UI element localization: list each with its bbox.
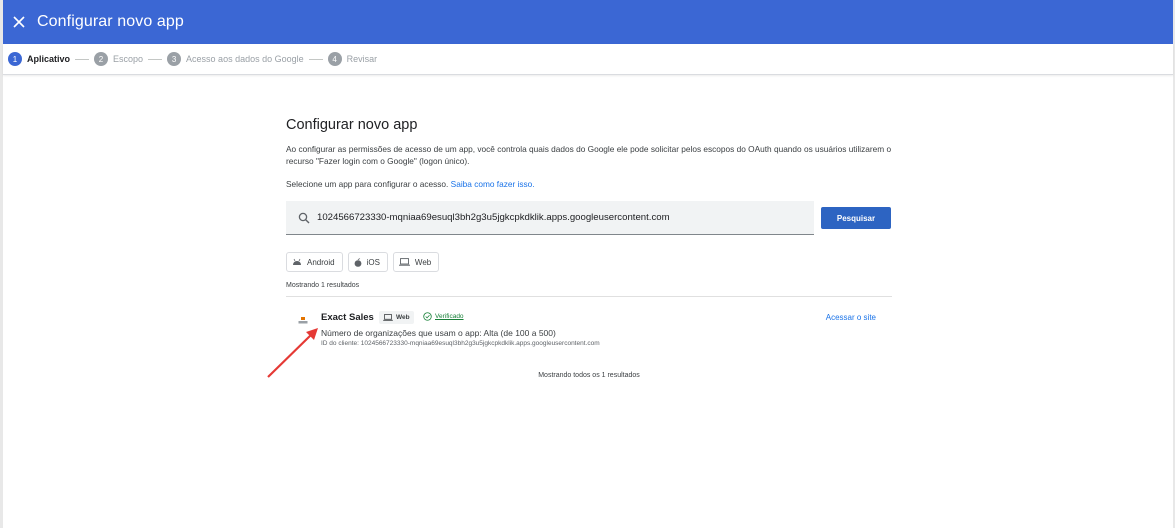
filter-android[interactable]: Android bbox=[286, 252, 343, 272]
divider bbox=[286, 296, 892, 297]
page-description: Ao configurar as permissões de acesso de… bbox=[286, 144, 892, 166]
stepper: 1 Aplicativo 2 Escopo 3 Acesso aos dados… bbox=[3, 44, 1173, 75]
step-number: 4 bbox=[327, 52, 342, 66]
select-prompt: Selecione um app para configurar o acess… bbox=[286, 179, 892, 189]
learn-more-link[interactable]: Saiba como fazer isso. bbox=[451, 179, 535, 189]
step-divider bbox=[75, 58, 90, 60]
results-count: Mostrando 1 resultados bbox=[286, 282, 360, 289]
page-title: Configurar novo app bbox=[286, 117, 418, 133]
verified-badge: Verificado bbox=[423, 312, 464, 321]
close-icon bbox=[13, 16, 25, 28]
apple-icon bbox=[354, 257, 362, 267]
search-row: Pesquisar bbox=[286, 201, 892, 236]
platform-filters: Android iOS Web bbox=[286, 252, 444, 272]
search-box[interactable] bbox=[286, 201, 814, 235]
app-type-badge: Web bbox=[379, 311, 414, 324]
step-label: Escopo bbox=[113, 54, 144, 64]
select-prompt-text: Selecione um app para configurar o acess… bbox=[286, 179, 449, 189]
app-window: Configurar novo app 1 Aplicativo 2 Escop… bbox=[0, 0, 1175, 528]
filter-label: iOS bbox=[366, 257, 380, 267]
step-number: 1 bbox=[8, 52, 22, 66]
visit-site-link[interactable]: Acessar o site bbox=[826, 313, 876, 322]
step-acesso-dados[interactable]: 3 Acesso aos dados do Google bbox=[167, 52, 304, 66]
step-label: Revisar bbox=[346, 54, 378, 64]
app-name: Exact Sales bbox=[321, 312, 374, 323]
header-title: Configurar novo app bbox=[37, 13, 184, 30]
step-number: 2 bbox=[94, 52, 109, 66]
filter-label: Web bbox=[414, 257, 432, 267]
laptop-icon bbox=[398, 258, 410, 266]
search-icon bbox=[298, 212, 310, 223]
laptop-icon bbox=[383, 314, 393, 321]
main-content: Configurar novo app Ao configurar as per… bbox=[286, 117, 892, 189]
org-count: Número de organizações que usam o app: A… bbox=[321, 328, 556, 338]
step-label: Acesso aos dados do Google bbox=[186, 54, 304, 64]
step-revisar[interactable]: 4 Revisar bbox=[327, 52, 378, 66]
check-circle-icon bbox=[423, 312, 432, 321]
client-id: ID do cliente: 1024566723330-mqniaa69esu… bbox=[321, 340, 600, 347]
close-button[interactable] bbox=[9, 12, 29, 32]
filter-web[interactable]: Web bbox=[392, 252, 440, 272]
app-type-label: Web bbox=[396, 314, 410, 321]
step-divider bbox=[148, 58, 163, 60]
search-button[interactable]: Pesquisar bbox=[821, 207, 891, 229]
step-divider bbox=[308, 58, 323, 60]
verified-label: Verificado bbox=[435, 313, 464, 320]
step-label: Aplicativo bbox=[27, 54, 71, 64]
results-footer: Mostrando todos os 1 resultados bbox=[538, 372, 640, 379]
filter-ios[interactable]: iOS bbox=[347, 252, 388, 272]
header-bar: Configurar novo app bbox=[3, 0, 1173, 44]
android-icon bbox=[292, 258, 302, 266]
step-number: 3 bbox=[167, 52, 182, 66]
annotation-arrow-icon bbox=[267, 328, 318, 378]
filter-label: Android bbox=[307, 257, 335, 267]
step-escopo[interactable]: 2 Escopo bbox=[94, 52, 143, 66]
step-aplicativo[interactable]: 1 Aplicativo bbox=[8, 52, 70, 66]
search-input[interactable] bbox=[317, 212, 797, 223]
result-item[interactable]: Exact Sales Web Verificado Número de org… bbox=[286, 308, 892, 358]
